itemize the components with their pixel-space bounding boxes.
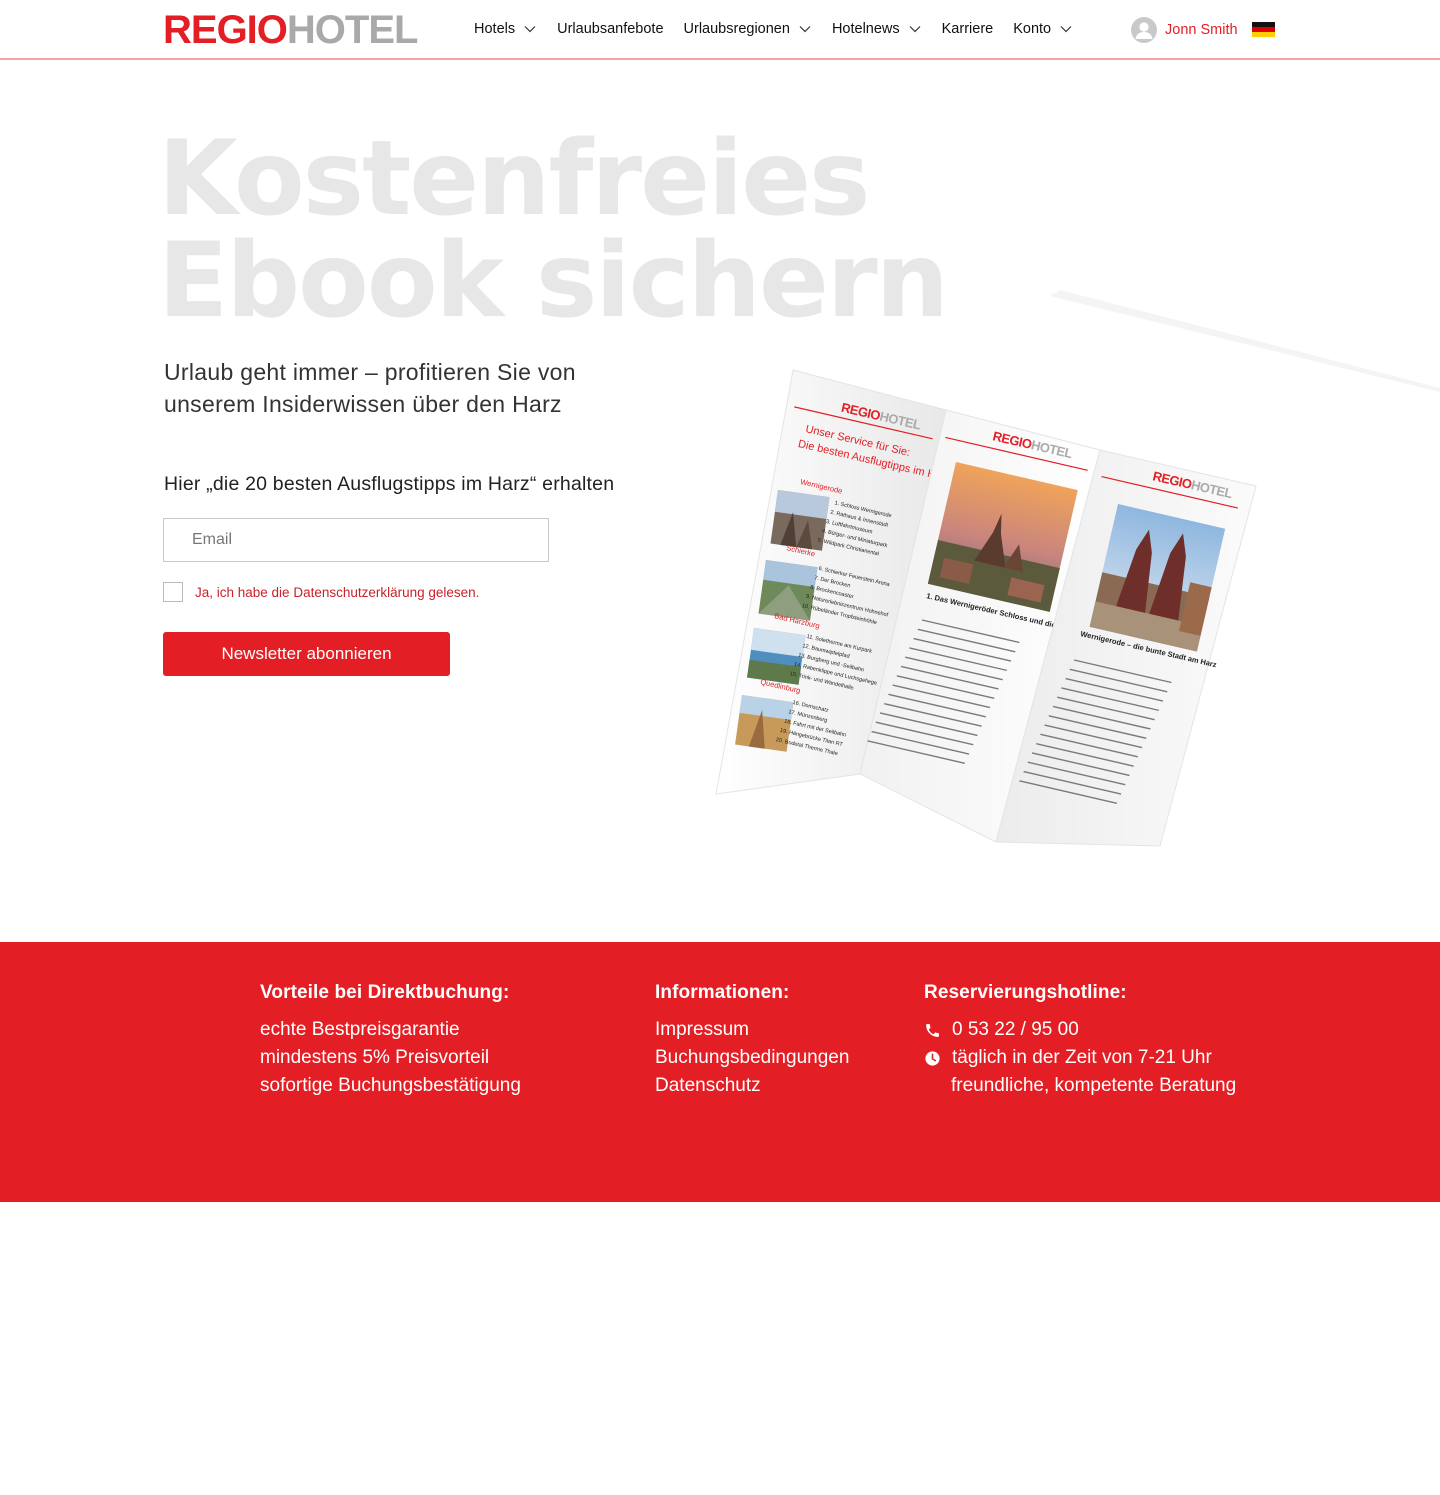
site-footer: Vorteile bei Direktbuchung: echte Bestpr…	[0, 942, 1440, 1202]
hotline-note: freundliche, kompetente Beratung	[951, 1075, 1237, 1096]
footer-benefit: mindestens 5% Preisvorteil	[260, 1047, 490, 1068]
phone-icon	[926, 1023, 939, 1037]
user-name: Jonn Smith	[1165, 22, 1238, 38]
nav-item-hotelnews[interactable]: Hotelnews	[832, 18, 922, 40]
nav-label: Urlaubsanfebote	[557, 21, 664, 37]
main-nav: Hotels Urlaubsanfebote Urlaubsregionen H…	[474, 18, 1093, 40]
ebook-brochure-image: REGIOHOTEL Unser Service für Sie: Die be…	[715, 290, 1440, 847]
footer-benefit: echte Bestpreisgarantie	[260, 1019, 460, 1040]
hotline-hours: täglich in der Zeit von 7-21 Uhr	[952, 1047, 1212, 1068]
footer-hotline: Reservierungshotline: 0 53 22 / 95 00 tä…	[924, 982, 1236, 1100]
email-field[interactable]	[163, 518, 549, 562]
nav-item-urlaubsregionen[interactable]: Urlaubsregionen	[684, 18, 812, 40]
site-header: REGIOHOTEL Hotels Urlaubsanfebote Urlaub…	[0, 0, 1440, 60]
nav-item-urlaubsangebote[interactable]: Urlaubsanfebote	[557, 18, 663, 40]
offer-text: Hier „die 20 besten Ausflugstipps im Har…	[164, 473, 615, 495]
nav-label: Urlaubsregionen	[683, 21, 790, 37]
footer-link-impressum[interactable]: Impressum	[655, 1016, 849, 1044]
privacy-consent: Ja, ich habe die Datenschutzerklärung ge…	[163, 582, 479, 602]
nav-item-konto[interactable]: Konto	[1013, 18, 1073, 40]
hero-subtitle: Urlaub geht immer – profitieren Sie von …	[164, 359, 576, 417]
hotline-phone[interactable]: 0 53 22 / 95 00	[952, 1016, 1079, 1044]
footer-link-buchungsbedingungen[interactable]: Buchungsbedingungen	[655, 1044, 849, 1072]
footer-heading: Vorteile bei Direktbuchung:	[260, 982, 510, 1003]
regiohotel-logo[interactable]: REGIOHOTEL	[163, 8, 419, 52]
avatar	[1131, 17, 1157, 43]
nav-label: Hotelnews	[831, 21, 900, 37]
nav-label: Konto	[1013, 21, 1052, 37]
privacy-checkbox[interactable]	[163, 582, 183, 602]
nav-label: Karriere	[941, 21, 994, 37]
hero-title-line1: Kostenfreies	[158, 119, 870, 239]
footer-heading: Reservierungshotline:	[924, 982, 1127, 1003]
de-flag-icon[interactable]	[1252, 22, 1275, 37]
nav-item-hotels[interactable]: Hotels	[474, 18, 537, 40]
logo-regio: REGIO	[163, 8, 288, 52]
hotline-phone-row: 0 53 22 / 95 00	[924, 1016, 1236, 1044]
chevron-down-icon	[1060, 26, 1072, 33]
footer-direct-booking: Vorteile bei Direktbuchung: echte Bestpr…	[260, 982, 521, 1100]
footer-link-datenschutz[interactable]: Datenschutz	[655, 1072, 849, 1100]
newsletter-subscribe-button[interactable]: Newsletter abonnieren	[163, 632, 450, 676]
footer-benefit: sofortige Buchungsbestätigung	[260, 1075, 521, 1096]
hotline-hours-row: täglich in der Zeit von 7-21 Uhr	[924, 1044, 1236, 1072]
clock-icon	[925, 1050, 940, 1066]
logo-hotel: HOTEL	[286, 8, 419, 52]
user-account[interactable]: Jonn Smith	[1131, 17, 1238, 43]
user-icon	[1135, 22, 1153, 39]
footer-information: Informationen: Impressum Buchungsbedingu…	[655, 982, 849, 1100]
nav-item-karriere[interactable]: Karriere	[942, 18, 994, 40]
chevron-down-icon	[524, 26, 536, 33]
footer-heading: Informationen:	[655, 982, 790, 1003]
privacy-consent-label[interactable]: Ja, ich habe die Datenschutzerklärung ge…	[195, 585, 479, 600]
chevron-down-icon	[799, 26, 811, 33]
chevron-down-icon	[909, 26, 921, 33]
nav-label: Hotels	[474, 21, 516, 37]
